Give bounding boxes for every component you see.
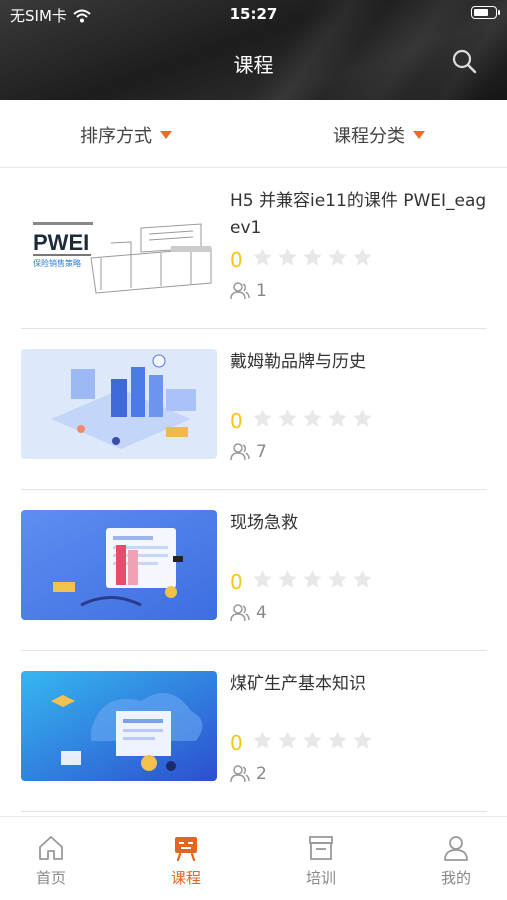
star-icon: [328, 570, 347, 588]
learner-count-value: 1: [256, 281, 267, 301]
star-icon: [253, 409, 272, 427]
course-thumbnail: [21, 671, 217, 781]
thumb-logo-text: PWEI: [33, 230, 89, 255]
star-icon: [278, 409, 297, 427]
course-thumbnail: [21, 510, 217, 620]
users-icon: [230, 604, 250, 622]
users-icon: [230, 443, 250, 461]
tab-bar: 首页 课程 培训 我的: [0, 816, 507, 900]
star-icon: [253, 570, 272, 588]
category-dropdown[interactable]: 课程分类: [333, 122, 425, 148]
star-icon: [303, 248, 322, 266]
course-title: H5 并兼容ie11的课件 PWEI_eagev1: [230, 191, 487, 238]
star-icon: [278, 731, 297, 749]
course-item[interactable]: 现场急救 0 4: [21, 490, 487, 651]
tab-home[interactable]: 首页: [11, 835, 91, 888]
star-icon: [353, 570, 372, 588]
dropdown-arrow-icon: [413, 131, 425, 139]
dropdown-arrow-icon: [160, 131, 172, 139]
rating-score: 0: [230, 730, 243, 755]
tab-label: 培训: [305, 869, 336, 887]
course-title: 煤矿生产基本知识: [230, 674, 366, 694]
star-icon: [253, 248, 272, 266]
tab-label: 首页: [35, 869, 66, 887]
tab-label: 课程: [170, 869, 201, 887]
learner-count: 2: [230, 764, 267, 784]
users-icon: [230, 282, 250, 300]
tab-profile[interactable]: 我的: [416, 835, 496, 888]
course-rating: 0: [230, 730, 377, 755]
star-icon: [253, 731, 272, 749]
star-icon: [353, 409, 372, 427]
course-thumbnail: [21, 349, 217, 459]
course-rating: 0: [230, 569, 377, 594]
learner-count-value: 4: [256, 603, 267, 623]
header: 无SIM卡 15:27 课程: [0, 0, 507, 100]
tab-training[interactable]: 培训: [281, 835, 361, 888]
course-title: 现场急救: [230, 513, 298, 533]
thumb-caption: 保险销售策略: [33, 258, 81, 268]
course-item[interactable]: 戴姆勒品牌与历史 0 7: [21, 329, 487, 490]
rating-score: 0: [230, 408, 243, 433]
profile-icon: [444, 836, 468, 861]
star-icon: [353, 731, 372, 749]
home-icon: [39, 836, 63, 860]
course-item[interactable]: PWEI 保险销售策略 H5 并兼容ie11的课件 PWEI_eagev1 0 …: [21, 168, 487, 329]
star-icon: [278, 248, 297, 266]
course-rating: 0: [230, 247, 377, 272]
rating-score: 0: [230, 247, 243, 272]
star-icon: [303, 409, 322, 427]
star-icon: [278, 570, 297, 588]
battery-icon: [471, 6, 500, 19]
star-icon: [303, 570, 322, 588]
sort-label: 排序方式: [80, 126, 152, 147]
course-rating: 0: [230, 408, 377, 433]
learner-count-value: 2: [256, 764, 267, 784]
learner-count: 1: [230, 281, 267, 301]
course-item[interactable]: 煤矿生产基本知识 0 2: [21, 651, 487, 812]
filter-bar: 排序方式 课程分类: [0, 100, 507, 168]
rating-score: 0: [230, 569, 243, 594]
course-icon: [175, 837, 197, 861]
star-icon: [328, 409, 347, 427]
status-bar: 无SIM卡 15:27: [0, 0, 507, 26]
users-icon: [230, 765, 250, 783]
search-icon[interactable]: [451, 48, 477, 74]
star-icon: [303, 731, 322, 749]
learner-count: 7: [230, 442, 267, 462]
star-icon: [353, 248, 372, 266]
tab-course[interactable]: 课程: [146, 835, 226, 888]
course-title: 戴姆勒品牌与历史: [230, 352, 366, 372]
learner-count: 4: [230, 603, 267, 623]
status-time: 15:27: [229, 5, 278, 23]
tab-label: 我的: [440, 869, 471, 887]
course-thumbnail: PWEI 保险销售策略: [21, 188, 217, 298]
category-label: 课程分类: [333, 126, 405, 147]
star-icon: [328, 248, 347, 266]
learner-count-value: 7: [256, 442, 267, 462]
page-title: 课程: [233, 53, 274, 77]
star-icon: [328, 731, 347, 749]
training-icon: [309, 836, 333, 860]
sort-dropdown[interactable]: 排序方式: [80, 122, 172, 148]
